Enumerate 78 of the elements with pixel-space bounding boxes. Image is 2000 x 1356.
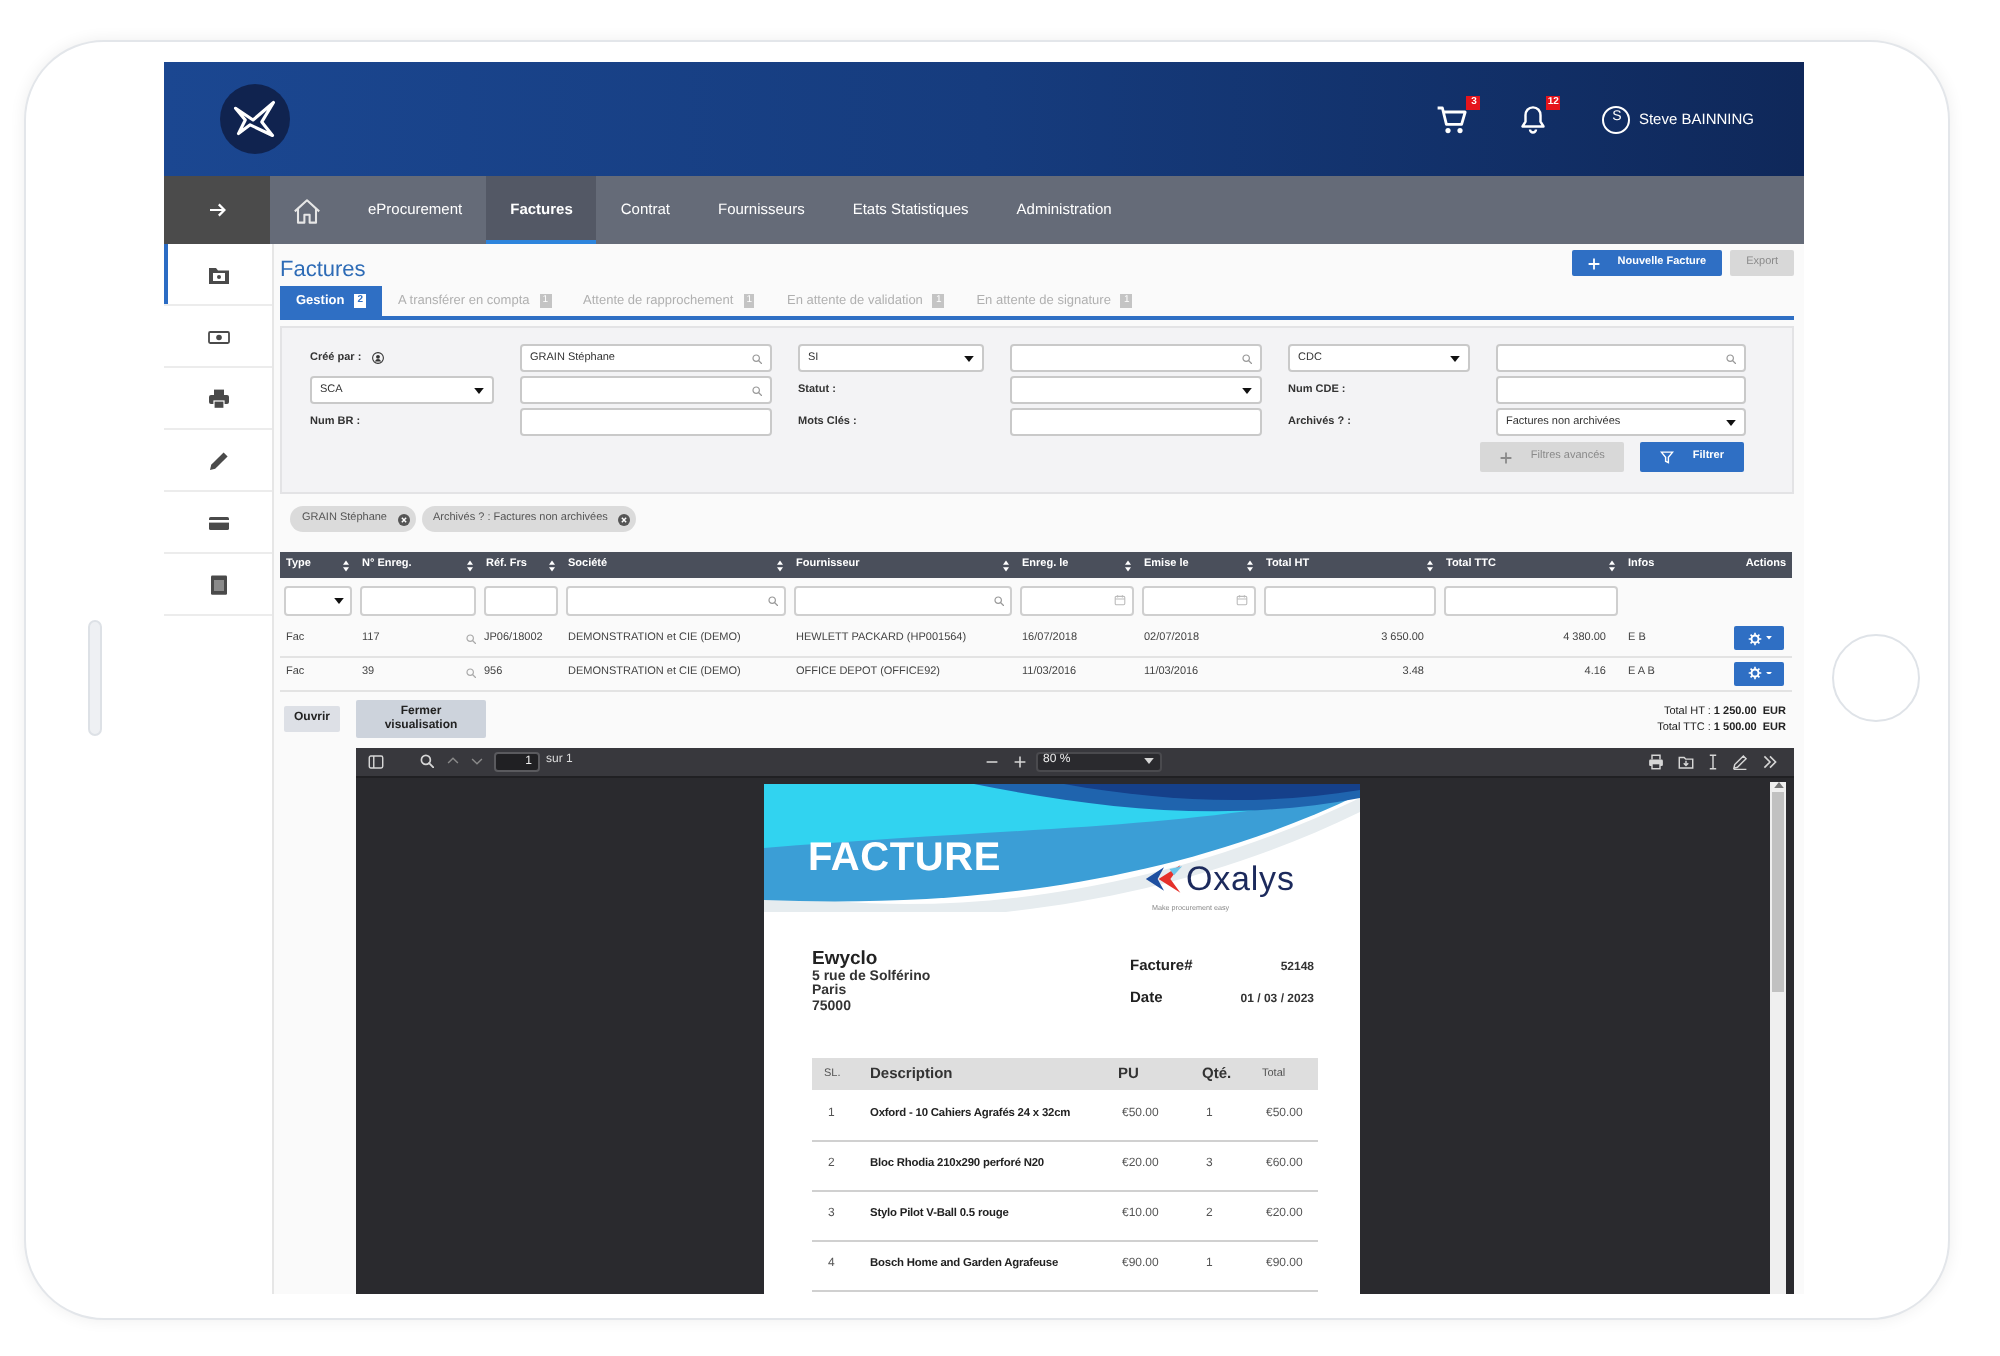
chevron-mark-icon xyxy=(1144,863,1184,893)
sender-name: Ewyclo xyxy=(812,949,880,969)
text-field[interactable] xyxy=(1444,585,1618,615)
sort-icon[interactable] xyxy=(1246,559,1254,571)
home-icon[interactable] xyxy=(292,195,322,225)
user-icon xyxy=(371,352,384,364)
double-chevron-icon[interactable] xyxy=(1762,753,1778,769)
folder-icon xyxy=(207,263,229,285)
calendar-icon[interactable] xyxy=(1114,594,1126,606)
search-field[interactable] xyxy=(520,376,772,404)
document-title: FACTURE xyxy=(808,837,1002,877)
scrollbar[interactable] xyxy=(1770,781,1786,1294)
plus-icon[interactable] xyxy=(1013,755,1025,767)
sort-icon[interactable] xyxy=(342,559,350,571)
pen-icon[interactable] xyxy=(1732,753,1748,769)
sidebar-item[interactable] xyxy=(164,244,272,306)
banknote-icon xyxy=(207,325,229,347)
bell-icon[interactable] xyxy=(1518,104,1549,134)
scroll-up-icon[interactable] xyxy=(1773,781,1783,787)
text-field[interactable] xyxy=(1264,585,1436,615)
bird-logo-icon[interactable] xyxy=(220,84,290,154)
caret-icon xyxy=(1143,758,1153,764)
date-field[interactable] xyxy=(1142,585,1256,615)
sort-icon[interactable] xyxy=(1002,559,1010,571)
sort-icon[interactable] xyxy=(548,559,556,571)
arrow-right-icon xyxy=(207,202,227,218)
gear-icon xyxy=(1747,666,1761,680)
search-field[interactable] xyxy=(794,585,1012,615)
cart-icon[interactable] xyxy=(1436,103,1469,135)
chevron-down-icon[interactable] xyxy=(470,754,484,768)
caret-icon xyxy=(334,597,344,603)
caret-icon xyxy=(1765,671,1771,675)
search-field[interactable] xyxy=(1010,344,1262,372)
plus-icon xyxy=(1587,257,1600,269)
scrollbar-thumb[interactable] xyxy=(1772,791,1784,991)
speaker-slot xyxy=(88,620,102,736)
calendar-icon[interactable] xyxy=(1236,594,1248,606)
caret-icon xyxy=(1726,419,1736,425)
close-icon[interactable] xyxy=(397,513,409,525)
text-field[interactable] xyxy=(520,408,772,436)
box-icon xyxy=(207,573,229,595)
sort-icon[interactable] xyxy=(776,559,784,571)
search-icon[interactable] xyxy=(420,754,434,768)
text-field[interactable] xyxy=(1496,376,1746,404)
search-field[interactable] xyxy=(566,585,786,615)
close-icon[interactable] xyxy=(617,513,630,525)
text-cursor-icon[interactable] xyxy=(1708,753,1718,769)
caret-icon xyxy=(474,387,484,393)
sort-icon[interactable] xyxy=(466,559,474,571)
sort-icon[interactable] xyxy=(1426,559,1434,571)
page-title: Factures xyxy=(280,258,366,282)
date-field[interactable] xyxy=(1020,585,1134,615)
sort-icon[interactable] xyxy=(1124,559,1132,571)
sidebar-toggle-icon[interactable] xyxy=(368,753,384,769)
settings-button[interactable] xyxy=(1734,661,1784,685)
search-field[interactable] xyxy=(1496,344,1746,372)
select-field[interactable] xyxy=(1010,376,1262,404)
caret-icon xyxy=(1242,387,1252,393)
brand-name: Oxalys xyxy=(1186,861,1295,895)
minus-icon[interactable] xyxy=(985,755,997,767)
settings-button[interactable] xyxy=(1734,626,1784,651)
pencil-icon xyxy=(207,449,229,471)
printer-icon xyxy=(207,387,229,409)
text-field[interactable] xyxy=(1010,408,1262,436)
caret-icon xyxy=(964,355,974,361)
text-field[interactable] xyxy=(360,585,476,615)
caret-icon xyxy=(1450,355,1460,361)
select-field[interactable] xyxy=(284,585,352,615)
filter-icon xyxy=(1660,450,1675,464)
plus-icon xyxy=(1500,451,1513,463)
save-icon[interactable] xyxy=(1678,753,1694,769)
credit-card-icon xyxy=(207,511,229,533)
sort-icon[interactable] xyxy=(1608,559,1616,571)
gear-icon xyxy=(1747,631,1761,646)
caret-icon xyxy=(1765,636,1771,641)
print-icon[interactable] xyxy=(1648,753,1664,769)
text-field[interactable] xyxy=(484,585,558,615)
chevron-up-icon[interactable] xyxy=(446,754,460,768)
